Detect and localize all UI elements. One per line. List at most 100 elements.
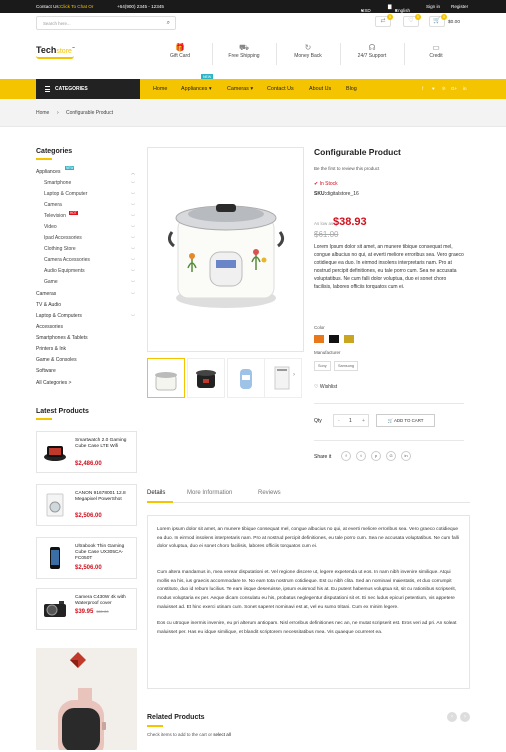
- linkedin-icon[interactable]: in: [401, 451, 411, 461]
- chevron-down-icon[interactable]: ﹀: [131, 192, 135, 198]
- chevron-down-icon[interactable]: ﹀: [131, 214, 135, 220]
- category-video[interactable]: Video: [44, 224, 57, 230]
- nav-contact[interactable]: Contact Us: [267, 86, 294, 92]
- add-to-cart-button[interactable]: 🛒 ADD TO CART: [376, 414, 435, 427]
- category-smartphone[interactable]: Smartphone: [44, 180, 71, 186]
- latest-product-card[interactable]: Smartwatch 2.0 Gaming Cube Case LTE Wifi…: [36, 431, 137, 473]
- manufacturer-option-sony[interactable]: Sony: [314, 361, 331, 371]
- compare-button[interactable]: ⇄ 0: [375, 14, 393, 27]
- nav-blog[interactable]: Blog: [346, 86, 357, 92]
- chevron-down-icon[interactable]: ﹀: [131, 181, 135, 187]
- signin-link[interactable]: Sign in: [426, 4, 440, 9]
- chat-link[interactable]: Click To Chat Or: [60, 4, 93, 9]
- chevron-down-icon[interactable]: ﹀: [131, 292, 135, 298]
- thumbnail-kettle[interactable]: [227, 358, 265, 398]
- chevron-down-icon[interactable]: ﹀: [131, 247, 135, 253]
- category-camera-accessories[interactable]: Camera Accessories: [44, 257, 90, 263]
- product-name[interactable]: Camera C430W 4k with Waterproof cover: [75, 595, 137, 607]
- feature-credit[interactable]: ▭ Credit: [406, 43, 466, 59]
- chevron-up-icon[interactable]: ︿: [131, 170, 135, 176]
- product-name[interactable]: Smartwatch 2.0 Gaming Cube Case LTE Wifi: [75, 438, 137, 450]
- manufacturer-option-samsung[interactable]: Samsung: [334, 361, 359, 371]
- search-input[interactable]: Search here...: [43, 21, 71, 26]
- category-appliances[interactable]: Appliances: [36, 169, 60, 175]
- wishlist-link[interactable]: ♡ Wishlist: [314, 384, 337, 390]
- review-link[interactable]: Be the first to review this product: [314, 166, 379, 171]
- chevron-right-icon[interactable]: ›: [293, 372, 295, 378]
- register-link[interactable]: Register: [451, 4, 468, 9]
- nav-cameras[interactable]: Cameras ▾: [227, 86, 253, 92]
- chevron-down-icon[interactable]: ﹀: [131, 225, 135, 231]
- googleplus-icon[interactable]: G+: [451, 86, 457, 91]
- category-audio[interactable]: Audio Equipments: [44, 268, 85, 274]
- nav-appliances[interactable]: Appliances ▾: [181, 86, 212, 92]
- color-swatch-black[interactable]: [329, 335, 339, 343]
- select-all-link[interactable]: select all: [213, 732, 231, 737]
- category-printers[interactable]: Printers & Ink: [36, 346, 66, 352]
- latest-product-card[interactable]: Ultrabook Thin Gaming Cube Case UX305CA-…: [36, 537, 137, 579]
- category-clothing[interactable]: Clothing Store: [44, 246, 76, 252]
- category-tv-audio[interactable]: TV & Audio: [36, 302, 61, 308]
- category-software[interactable]: Software: [36, 368, 56, 374]
- category-game-consoles[interactable]: Game & Consoles: [36, 357, 77, 363]
- chevron-down-icon[interactable]: ﹀: [131, 203, 135, 209]
- quantity-stepper[interactable]: - 1 +: [333, 414, 369, 427]
- feature-money-back[interactable]: ↻ Money Back: [278, 43, 338, 59]
- facebook-icon[interactable]: f: [422, 86, 423, 91]
- chevron-down-icon[interactable]: ﹀: [131, 258, 135, 264]
- categories-button[interactable]: CATEGORIES: [36, 79, 140, 99]
- qty-plus-button[interactable]: +: [362, 418, 365, 424]
- latest-product-card[interactable]: Camera C430W 4k with Waterproof cover $3…: [36, 588, 137, 630]
- category-television[interactable]: Television: [44, 213, 66, 219]
- pinterest-icon[interactable]: p: [371, 451, 381, 461]
- category-ipad-accessories[interactable]: Ipad Accessories: [44, 235, 82, 241]
- category-smartphones-tablets[interactable]: Smartphones & Tablets: [36, 335, 88, 341]
- twitter-icon[interactable]: t: [356, 451, 366, 461]
- qty-minus-button[interactable]: -: [338, 418, 340, 424]
- googleplus-icon[interactable]: G: [386, 451, 396, 461]
- latest-product-card[interactable]: CANON 91678001 12.8 Megapixel PowerShot …: [36, 484, 137, 526]
- chevron-down-icon[interactable]: ﹀: [131, 280, 135, 286]
- nav-home[interactable]: Home: [153, 86, 167, 92]
- tab-more-information[interactable]: More Information: [187, 490, 232, 496]
- feature-free-shipping[interactable]: ⛟ Free Shipping: [214, 43, 274, 59]
- category-accessories[interactable]: Accessories: [36, 324, 63, 330]
- thumbnail-pot[interactable]: [187, 358, 225, 398]
- qty-input[interactable]: 1: [349, 418, 352, 424]
- feature-gift-card[interactable]: 🎁 Gift Card: [150, 43, 210, 59]
- category-laptop[interactable]: Laptop & Computer: [44, 191, 87, 197]
- thumbnail-rice-cooker[interactable]: [147, 358, 185, 398]
- chevron-down-icon[interactable]: ﹀: [131, 236, 135, 242]
- linkedin-icon[interactable]: in: [463, 86, 467, 91]
- thumbnail-heater[interactable]: [264, 358, 302, 398]
- tab-details[interactable]: Details: [147, 490, 165, 496]
- category-laptops[interactable]: Laptop & Computers: [36, 313, 82, 319]
- color-swatch-orange[interactable]: [314, 335, 324, 343]
- promo-banner[interactable]: [36, 648, 137, 752]
- product-main-image[interactable]: [147, 147, 304, 352]
- facebook-icon[interactable]: f: [341, 451, 351, 461]
- all-categories-link[interactable]: All Categories >: [36, 380, 71, 386]
- category-camera[interactable]: Camera: [44, 202, 62, 208]
- next-arrow-icon[interactable]: ›: [460, 712, 470, 722]
- breadcrumb-home[interactable]: Home: [36, 110, 49, 116]
- wishlist-button[interactable]: ♡ 0: [403, 14, 421, 27]
- cart-icon: 🛒: [433, 18, 441, 24]
- logo[interactable]: Techstore™: [36, 45, 75, 55]
- prev-arrow-icon[interactable]: ‹: [447, 712, 457, 722]
- category-game[interactable]: Game: [44, 279, 58, 285]
- search-icon[interactable]: ⌕: [167, 20, 170, 27]
- product-name[interactable]: Ultrabook Thin Gaming Cube Case UX305CA-…: [75, 544, 137, 562]
- cart-button[interactable]: 🛒 0: [429, 14, 447, 27]
- chevron-down-icon[interactable]: ﹀: [131, 269, 135, 275]
- search-box[interactable]: Search here... ⌕: [36, 16, 176, 30]
- feature-support[interactable]: ☊ 24/7 Support: [342, 43, 402, 59]
- pinterest-icon[interactable]: ℗: [442, 86, 445, 91]
- chevron-down-icon[interactable]: ﹀: [131, 314, 135, 320]
- product-name[interactable]: CANON 91678001 12.8 Megapixel PowerShot: [75, 491, 137, 503]
- tab-reviews[interactable]: Reviews: [258, 490, 281, 496]
- category-cameras[interactable]: Cameras: [36, 291, 56, 297]
- twitter-icon[interactable]: ♥: [432, 86, 435, 91]
- color-swatch-gold[interactable]: [344, 335, 354, 343]
- nav-about[interactable]: About Us: [309, 86, 331, 92]
